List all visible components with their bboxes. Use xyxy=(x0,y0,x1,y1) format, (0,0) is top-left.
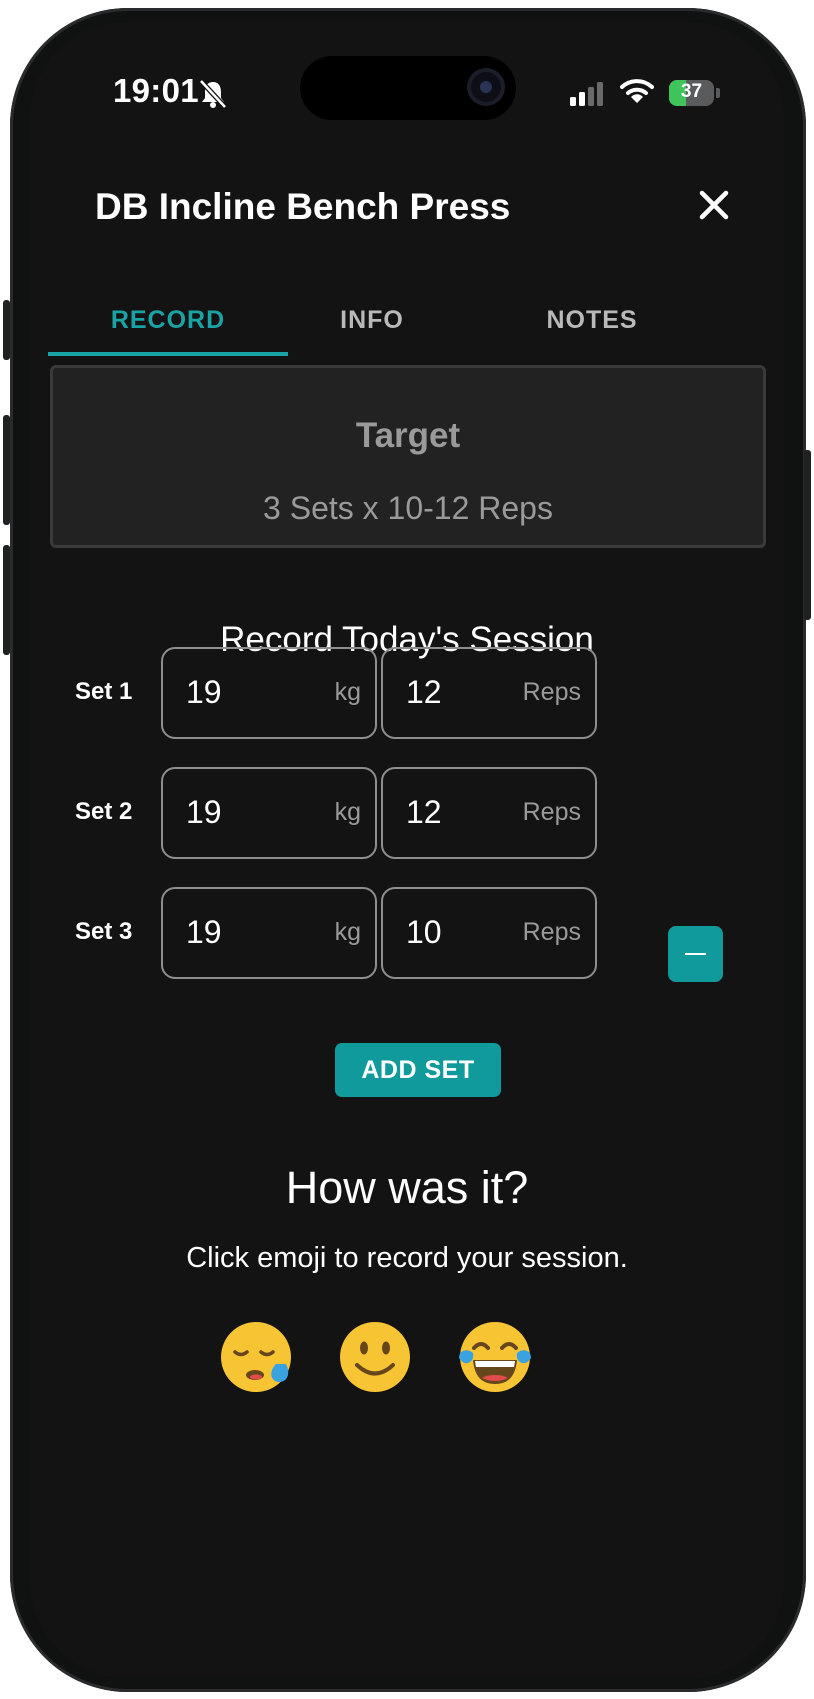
reps-value: 12 xyxy=(406,794,442,830)
app-screen: 19:01 37 DB Incline Bench Press RECORD I… xyxy=(30,22,784,1678)
reps-value: 12 xyxy=(406,674,442,710)
phone-power-button xyxy=(804,450,811,620)
set-label: Set 1 xyxy=(75,678,133,705)
reps-value: 10 xyxy=(406,914,442,950)
weight-input[interactable]: 19 kg xyxy=(161,767,377,859)
remove-set-button[interactable] xyxy=(668,926,723,982)
tab-info[interactable]: INFO xyxy=(252,306,492,335)
sleepy-face-icon[interactable] xyxy=(219,1320,295,1396)
add-set-button[interactable]: ADD SET xyxy=(335,1043,501,1097)
active-tab-indicator xyxy=(48,352,288,356)
set-label: Set 3 xyxy=(75,918,133,945)
feedback-subtitle: Click emoji to record your session. xyxy=(186,1242,628,1274)
battery-icon: 37 xyxy=(669,80,714,106)
phone-side-button xyxy=(3,300,10,360)
weight-value: 19 xyxy=(186,674,222,710)
battery-nub xyxy=(716,88,720,98)
reps-unit: Reps xyxy=(522,918,581,946)
weight-input[interactable]: 19 kg xyxy=(161,647,377,739)
wifi-icon xyxy=(620,79,654,103)
target-title: Target xyxy=(355,416,461,455)
phone-volume-down-button xyxy=(3,545,10,655)
camera-lens xyxy=(480,81,492,93)
face-with-tears-of-joy-icon[interactable] xyxy=(457,1320,533,1396)
cellular-signal-icon xyxy=(570,82,603,106)
minus-icon xyxy=(685,953,706,955)
tab-notes[interactable]: NOTES xyxy=(472,306,712,335)
reps-input[interactable]: 12 Reps xyxy=(381,767,597,859)
status-time: 19:01 xyxy=(113,72,199,109)
battery-percentage: 37 xyxy=(680,81,703,102)
bell-slash-icon xyxy=(199,79,227,109)
reps-unit: Reps xyxy=(522,678,581,706)
close-icon[interactable] xyxy=(694,185,734,225)
reps-input[interactable]: 12 Reps xyxy=(381,647,597,739)
weight-unit: kg xyxy=(334,678,361,706)
target-description: 3 Sets x 10-12 Reps xyxy=(263,490,553,526)
page-title: DB Incline Bench Press xyxy=(95,186,511,227)
feedback-title: How was it? xyxy=(285,1162,529,1213)
weight-value: 19 xyxy=(186,914,222,950)
slightly-smiling-face-icon[interactable] xyxy=(337,1320,413,1396)
set-label: Set 2 xyxy=(75,798,133,825)
reps-input[interactable]: 10 Reps xyxy=(381,887,597,979)
weight-unit: kg xyxy=(334,798,361,826)
weight-input[interactable]: 19 kg xyxy=(161,887,377,979)
weight-unit: kg xyxy=(334,918,361,946)
reps-unit: Reps xyxy=(522,798,581,826)
phone-volume-up-button xyxy=(3,415,10,525)
weight-value: 19 xyxy=(186,794,222,830)
